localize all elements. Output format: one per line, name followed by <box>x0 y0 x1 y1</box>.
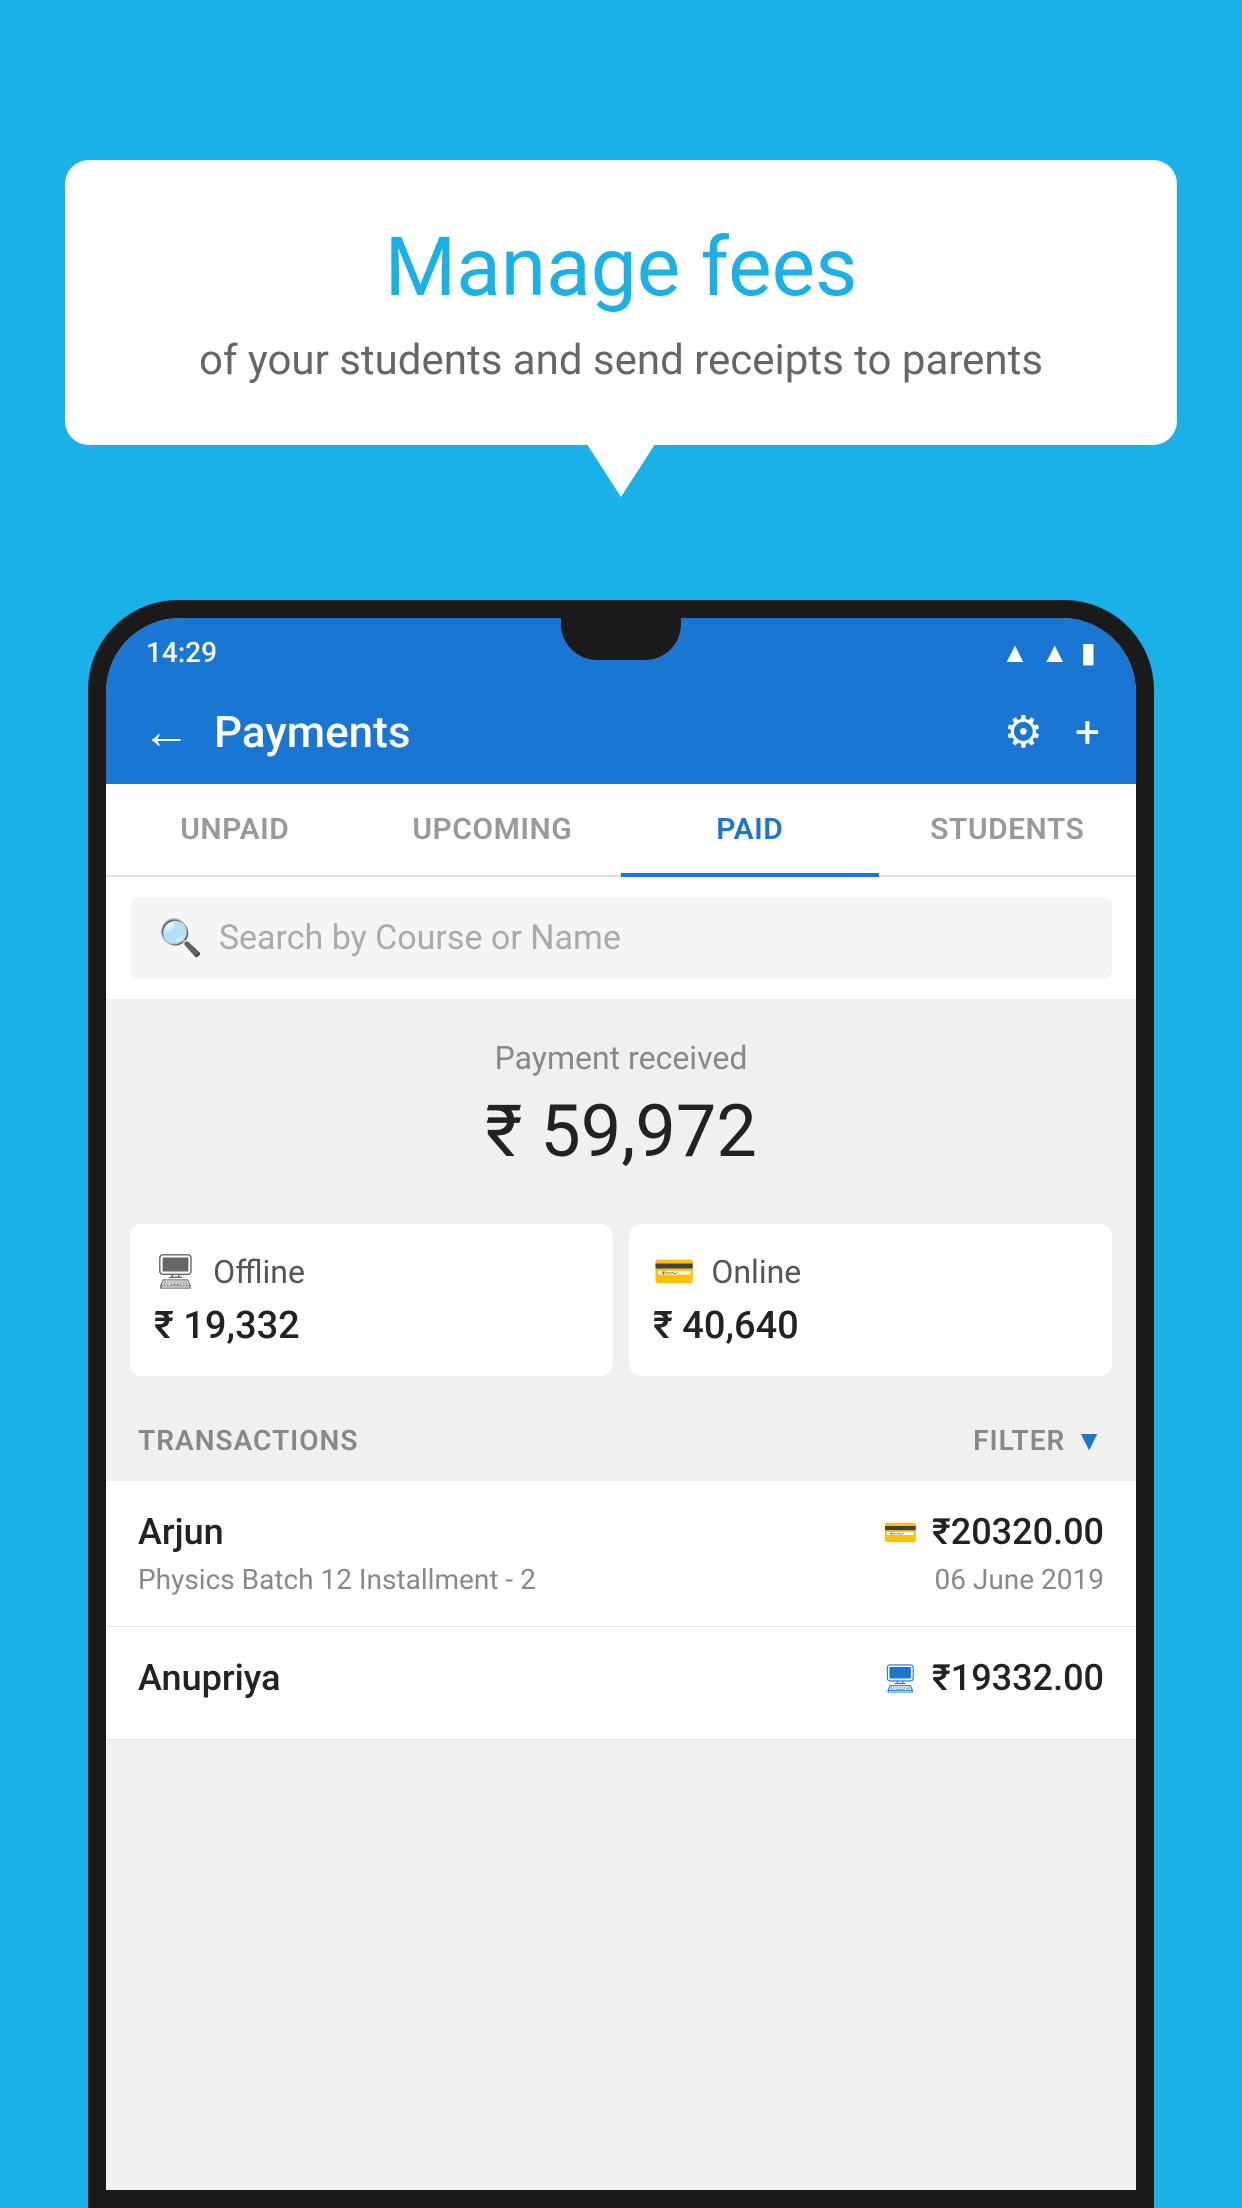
status-bar-time: 14:29 <box>146 636 217 669</box>
app-bar-title: Payments <box>214 706 1004 758</box>
transaction-item-arjun[interactable]: Arjun 💳 ₹20320.00 Physics Batch 12 Insta… <box>106 1481 1136 1627</box>
offline-icon: 🖥 <box>154 1252 197 1292</box>
transaction-row1: Arjun 💳 ₹20320.00 <box>138 1511 1104 1553</box>
back-button[interactable]: ← <box>142 703 190 760</box>
transactions-label: TRANSACTIONS <box>138 1424 358 1457</box>
online-payment-card: 💳 Online ₹ 40,640 <box>629 1224 1112 1376</box>
transaction-row2: Physics Batch 12 Installment - 2 06 June… <box>138 1563 1104 1596</box>
online-card-header: 💳 Online <box>653 1252 1088 1292</box>
offline-amount: ₹ 19,332 <box>154 1304 589 1348</box>
transaction-date: 06 June 2019 <box>934 1563 1104 1596</box>
payment-type-icon: 💳 <box>883 1516 918 1549</box>
transaction-item-anupriya[interactable]: Anupriya 🖥 ₹19332.00 <box>106 1627 1136 1740</box>
add-icon[interactable]: + <box>1075 706 1100 758</box>
speech-bubble-container: Manage fees of your students and send re… <box>65 160 1177 445</box>
speech-bubble-subtitle: of your students and send receipts to pa… <box>145 336 1097 385</box>
transaction-amount-row-2: 🖥 ₹19332.00 <box>882 1657 1104 1699</box>
tabs: UNPAID UPCOMING PAID STUDENTS <box>106 784 1136 877</box>
offline-payment-card: 🖥 Offline ₹ 19,332 <box>130 1224 613 1376</box>
payment-received-amount: ₹ 59,972 <box>130 1089 1112 1174</box>
transaction-amount: ₹20320.00 <box>932 1511 1104 1553</box>
wifi-icon: ▲ <box>1001 636 1029 669</box>
filter-icon: ▼ <box>1075 1424 1104 1457</box>
signal-icon: ▲ <box>1041 636 1069 669</box>
payment-type-icon-2: 🖥 <box>882 1662 918 1695</box>
search-bar[interactable]: 🔍 Search by Course or Name <box>130 897 1112 979</box>
transaction-amount-2: ₹19332.00 <box>932 1657 1104 1699</box>
filter-button[interactable]: FILTER ▼ <box>973 1424 1104 1457</box>
online-label: Online <box>711 1253 801 1291</box>
phone-notch <box>561 618 681 660</box>
transaction-details: Physics Batch 12 Installment - 2 <box>138 1563 536 1596</box>
battery-icon: ▮ <box>1081 636 1096 669</box>
online-amount: ₹ 40,640 <box>653 1304 1088 1348</box>
transaction-name-2: Anupriya <box>138 1657 281 1699</box>
offline-label: Offline <box>213 1253 305 1291</box>
transaction-row1-2: Anupriya 🖥 ₹19332.00 <box>138 1657 1104 1699</box>
search-bar-container: 🔍 Search by Course or Name <box>106 877 1136 999</box>
transactions-header: TRANSACTIONS FILTER ▼ <box>106 1400 1136 1481</box>
payment-cards: 🖥 Offline ₹ 19,332 💳 Online ₹ 40,640 <box>106 1204 1136 1400</box>
search-placeholder: Search by Course or Name <box>219 918 621 958</box>
payment-received-label: Payment received <box>130 1039 1112 1077</box>
tab-upcoming[interactable]: UPCOMING <box>364 784 622 875</box>
phone-screen: 14:29 ▲ ▲ ▮ ← Payments ⚙ + UNPAID UPCOMI… <box>106 618 1136 2190</box>
app-bar-icons: ⚙ + <box>1004 706 1100 758</box>
transaction-name: Arjun <box>138 1511 224 1553</box>
tab-paid[interactable]: PAID <box>621 784 879 875</box>
phone-mockup: 14:29 ▲ ▲ ▮ ← Payments ⚙ + UNPAID UPCOMI… <box>88 600 1154 2208</box>
search-icon: 🔍 <box>158 917 203 959</box>
speech-bubble: Manage fees of your students and send re… <box>65 160 1177 445</box>
transaction-amount-row: 💳 ₹20320.00 <box>883 1511 1104 1553</box>
speech-bubble-title: Manage fees <box>145 220 1097 316</box>
app-bar: ← Payments ⚙ + <box>106 679 1136 784</box>
online-icon: 💳 <box>653 1252 695 1292</box>
payment-received-section: Payment received ₹ 59,972 <box>106 999 1136 1204</box>
status-icons: ▲ ▲ ▮ <box>1001 636 1096 669</box>
settings-icon[interactable]: ⚙ <box>1004 706 1043 758</box>
tab-unpaid[interactable]: UNPAID <box>106 784 364 875</box>
filter-label: FILTER <box>973 1424 1065 1457</box>
tab-students[interactable]: STUDENTS <box>879 784 1137 875</box>
offline-card-header: 🖥 Offline <box>154 1252 589 1292</box>
